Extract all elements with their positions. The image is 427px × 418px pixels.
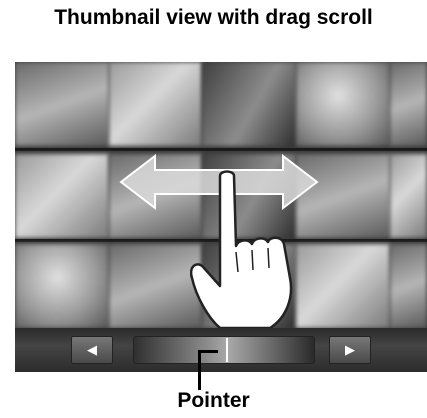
thumbnail[interactable] — [389, 62, 427, 146]
right-arrow-icon: ▶ — [345, 342, 355, 357]
thumbnail[interactable] — [15, 62, 109, 146]
scrollbar[interactable]: ◀ ▶ — [15, 328, 427, 372]
callout-line — [198, 350, 201, 390]
thumbnail[interactable] — [202, 62, 296, 146]
thumbnail[interactable] — [389, 154, 427, 238]
thumbnail[interactable] — [108, 62, 203, 146]
figure-title: Thumbnail view with drag scroll — [54, 6, 373, 29]
scroll-right-button[interactable]: ▶ — [329, 336, 371, 364]
hand-pointer-icon — [190, 170, 293, 328]
thumbnail[interactable] — [15, 244, 109, 328]
scroll-left-button[interactable]: ◀ — [71, 336, 113, 364]
pointer-callout-label: Pointer — [177, 389, 250, 412]
scroll-pointer[interactable] — [226, 338, 228, 362]
row-divider — [15, 148, 427, 151]
scroll-track[interactable] — [133, 336, 315, 364]
callout-line — [198, 350, 218, 353]
left-arrow-icon: ◀ — [87, 342, 97, 357]
thumbnail[interactable] — [295, 62, 390, 146]
thumbnail[interactable] — [15, 154, 109, 238]
thumbnail[interactable] — [389, 244, 427, 328]
thumbnail-row — [15, 62, 427, 146]
thumbnail-view: ◀ ▶ — [15, 62, 427, 372]
thumbnail[interactable] — [108, 244, 203, 328]
